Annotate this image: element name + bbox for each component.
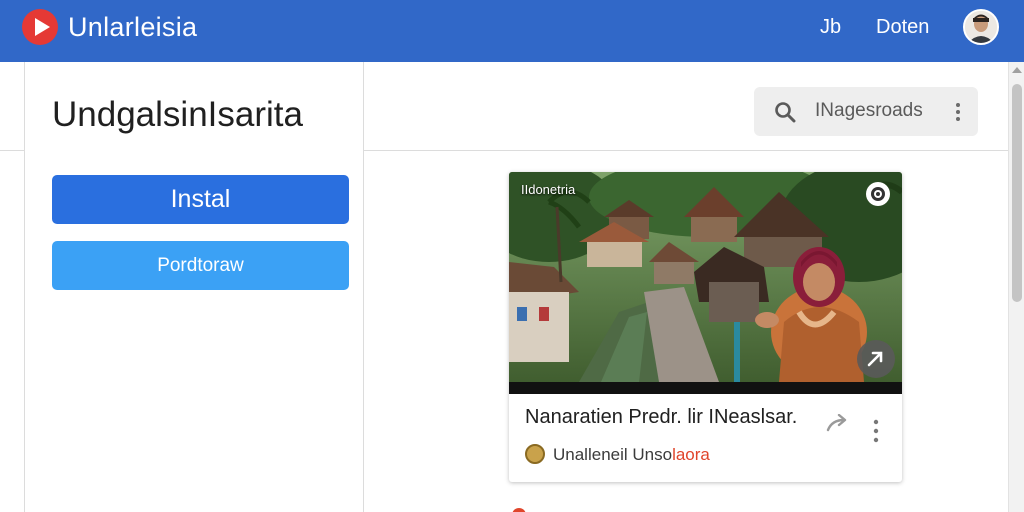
channel-name-main: Unalleneil Unso [553, 445, 673, 464]
top-app-bar: Unlarleisia Jb Doten [0, 0, 1024, 62]
video-thumbnail[interactable]: IIdonetria [509, 172, 902, 394]
scroll-thumb[interactable] [1012, 84, 1022, 302]
video-card[interactable]: IIdonetria Nanaratien Predr. lir INeasls… [509, 172, 902, 482]
secondary-button[interactable]: Pordtoraw [52, 241, 349, 290]
gallery-icon[interactable] [866, 182, 890, 206]
divider [0, 150, 24, 151]
share-icon[interactable] [826, 414, 850, 434]
channel-name-accent: laora [672, 445, 710, 464]
divider [364, 150, 1008, 151]
install-button[interactable]: Instal [52, 175, 349, 224]
page-title: UndgalsinIsarita [52, 95, 303, 134]
vertical-scrollbar[interactable] [1008, 62, 1024, 512]
next-item-peek [512, 508, 526, 512]
more-vert-icon[interactable] [872, 418, 880, 444]
channel-avatar[interactable] [525, 444, 545, 464]
channel-name[interactable]: Unalleneil Unsolaora [553, 445, 710, 465]
search-query: INagesroads [815, 100, 923, 121]
search-icon[interactable] [774, 101, 796, 123]
app-title[interactable]: Unlarleisia [68, 12, 197, 43]
thumbnail-caption: IIdonetria [521, 182, 576, 197]
expand-icon[interactable] [857, 340, 895, 378]
search-field[interactable]: INagesroads [754, 87, 978, 136]
video-title[interactable]: Nanaratien Predr. lir INeaslsar. [525, 406, 797, 429]
user-avatar[interactable] [963, 9, 999, 45]
more-vert-icon[interactable] [954, 101, 962, 123]
scroll-up-arrow-icon[interactable] [1012, 67, 1022, 73]
nav-link-jb[interactable]: Jb [820, 16, 841, 39]
play-logo-icon[interactable] [22, 9, 58, 45]
progress-bar [509, 382, 902, 394]
nav-link-doten[interactable]: Doten [876, 16, 929, 39]
